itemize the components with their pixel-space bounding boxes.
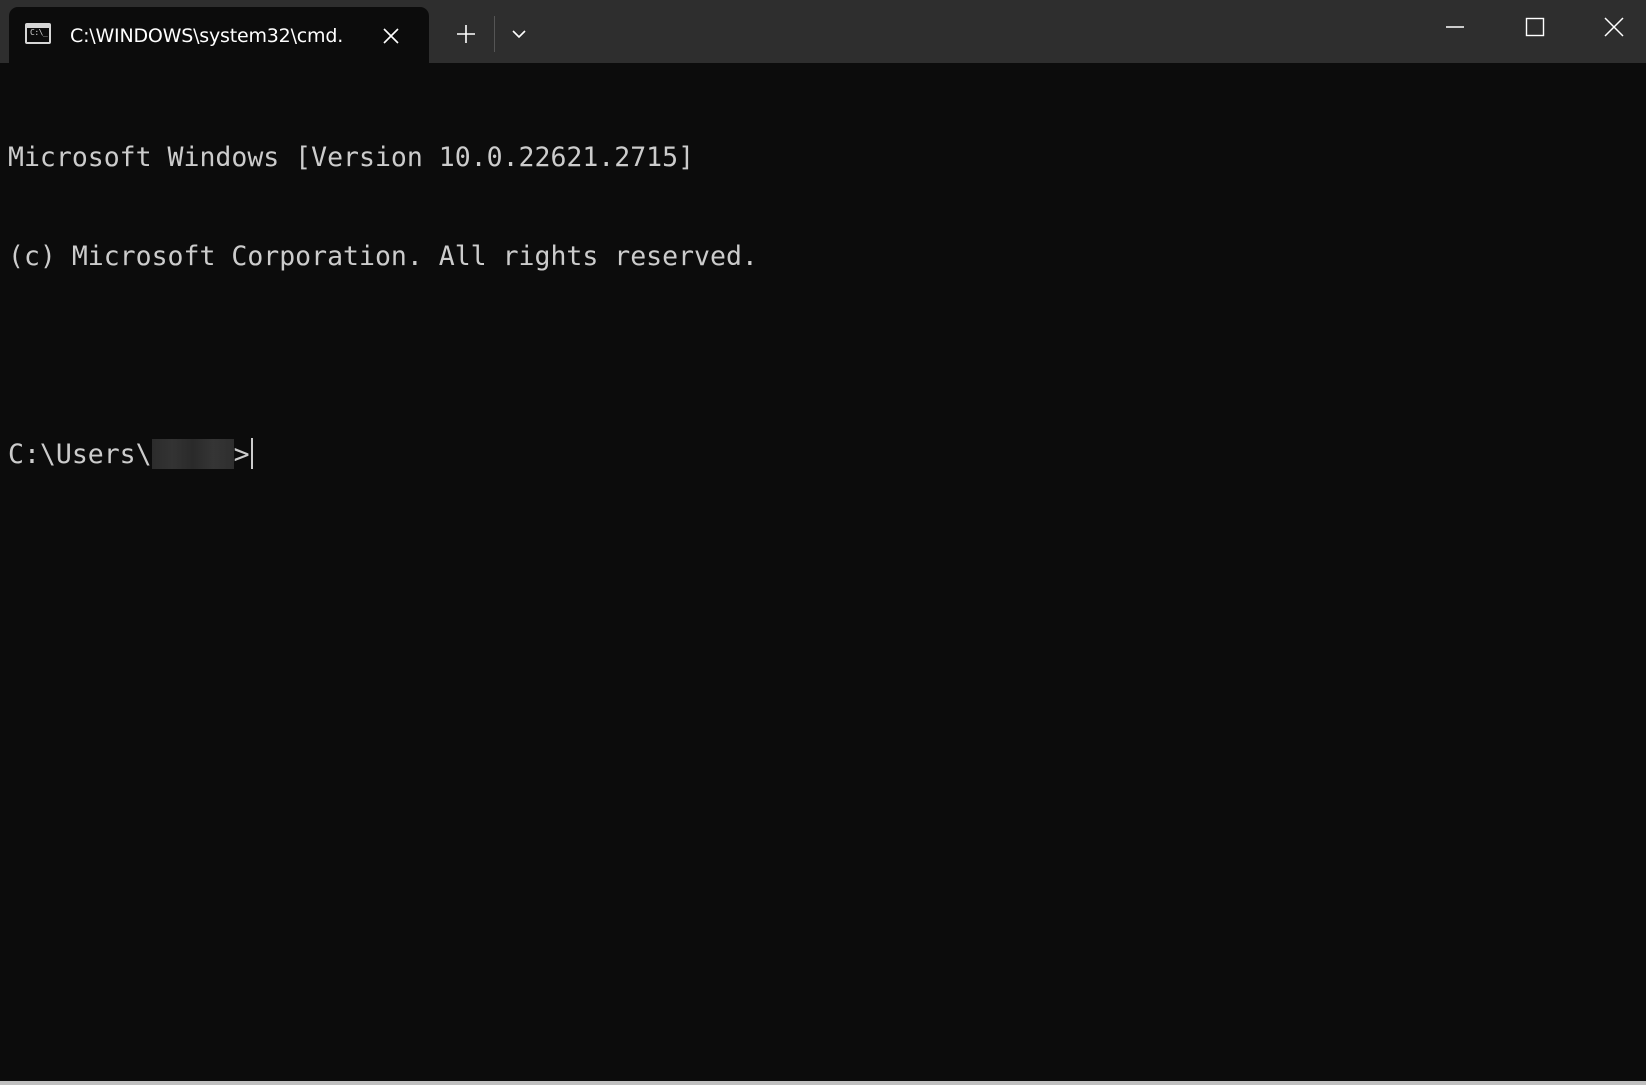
- maximize-icon[interactable]: [1496, 0, 1574, 54]
- terminal-icon: C:\_: [25, 23, 51, 44]
- text-cursor: [250, 438, 253, 469]
- tab-cmd[interactable]: C:\_ C:\WINDOWS\system32\cmd.: [9, 7, 429, 63]
- redacted-username: [151, 439, 234, 469]
- plus-icon[interactable]: [446, 17, 486, 51]
- tab-separator: [494, 16, 495, 52]
- window-bottom-edge: [0, 1081, 1646, 1085]
- prompt-line[interactable]: C:\Users\ >: [8, 438, 1646, 471]
- close-icon[interactable]: [1575, 0, 1646, 54]
- minimize-icon[interactable]: [1416, 0, 1494, 54]
- terminal-icon-glyph: C:\_: [30, 28, 48, 37]
- terminal-output[interactable]: Microsoft Windows [Version 10.0.22621.27…: [0, 63, 1646, 1085]
- prompt-suffix: >: [233, 439, 250, 470]
- chevron-down-icon[interactable]: [501, 17, 537, 51]
- terminal-line: Microsoft Windows [Version 10.0.22621.27…: [8, 142, 695, 173]
- terminal-window: C:\_ C:\WINDOWS\system32\cmd. Microsoft …: [0, 0, 1646, 1085]
- title-bar[interactable]: C:\_ C:\WINDOWS\system32\cmd.: [0, 0, 1646, 63]
- close-icon[interactable]: [379, 24, 403, 48]
- prompt-prefix: C:\Users\: [8, 439, 152, 470]
- terminal-line: (c) Microsoft Corporation. All rights re…: [8, 241, 758, 272]
- tab-title: C:\WINDOWS\system32\cmd.: [70, 25, 344, 47]
